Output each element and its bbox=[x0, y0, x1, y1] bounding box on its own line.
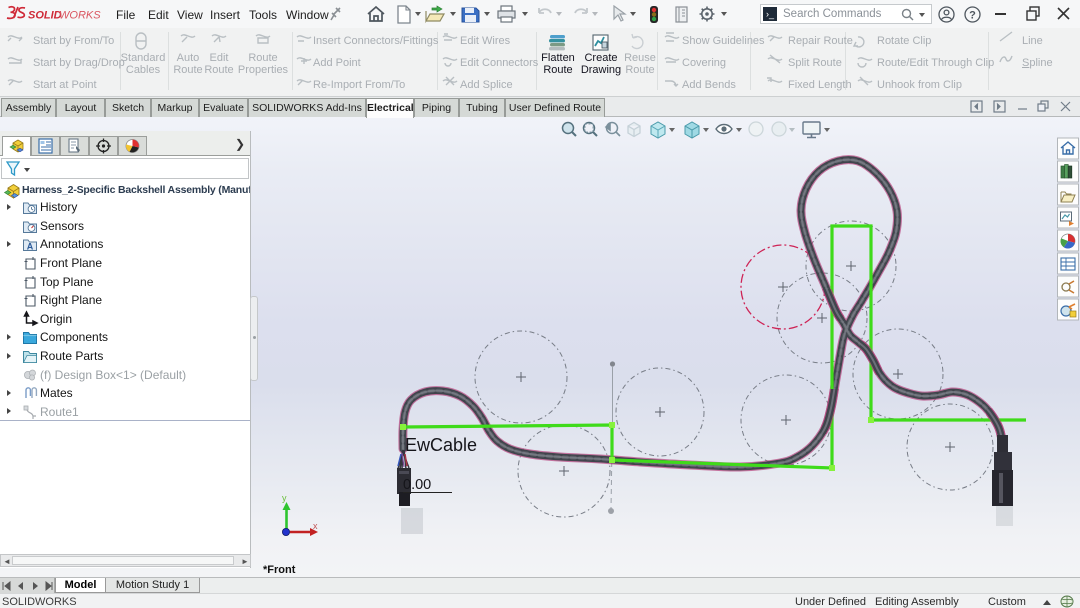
svg-text:y: y bbox=[282, 493, 287, 503]
svg-text:SOLID: SOLID bbox=[28, 10, 62, 22]
svg-text:A: A bbox=[27, 242, 34, 252]
svg-text:EwCable: EwCable bbox=[405, 435, 477, 455]
svg-text:0.00: 0.00 bbox=[403, 477, 431, 493]
svg-text:x: x bbox=[313, 521, 318, 531]
svg-text:WORKS: WORKS bbox=[59, 10, 101, 22]
svg-text:?: ? bbox=[969, 10, 976, 22]
